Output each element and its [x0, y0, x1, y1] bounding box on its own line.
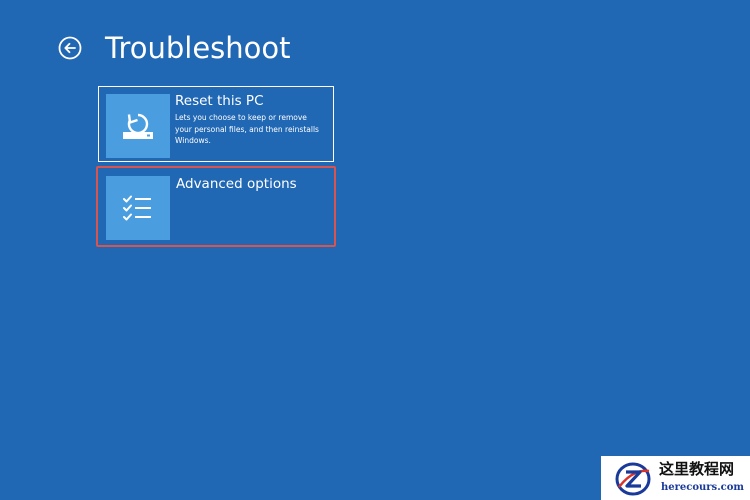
reset-pc-icon	[123, 113, 153, 139]
page-title: Troubleshoot	[105, 31, 291, 65]
option-reset-this-pc[interactable]: Reset this PC Lets you choose to keep or…	[98, 86, 334, 162]
option-description: Lets you choose to keep or remove your p…	[175, 113, 319, 145]
watermark: 这里教程网 herecours.com	[601, 456, 750, 500]
option-tile	[106, 94, 170, 158]
checklist-icon	[123, 195, 151, 221]
back-arrow-icon	[58, 36, 82, 60]
option-title: Advanced options	[176, 176, 297, 192]
option-tile	[106, 176, 170, 240]
option-title: Reset this PC	[175, 93, 264, 109]
watermark-name: 这里教程网	[659, 460, 735, 478]
watermark-logo-icon	[615, 462, 651, 496]
option-advanced-options[interactable]: Advanced options	[96, 166, 336, 247]
watermark-url: herecours.com	[661, 482, 745, 493]
back-button[interactable]	[58, 36, 82, 60]
